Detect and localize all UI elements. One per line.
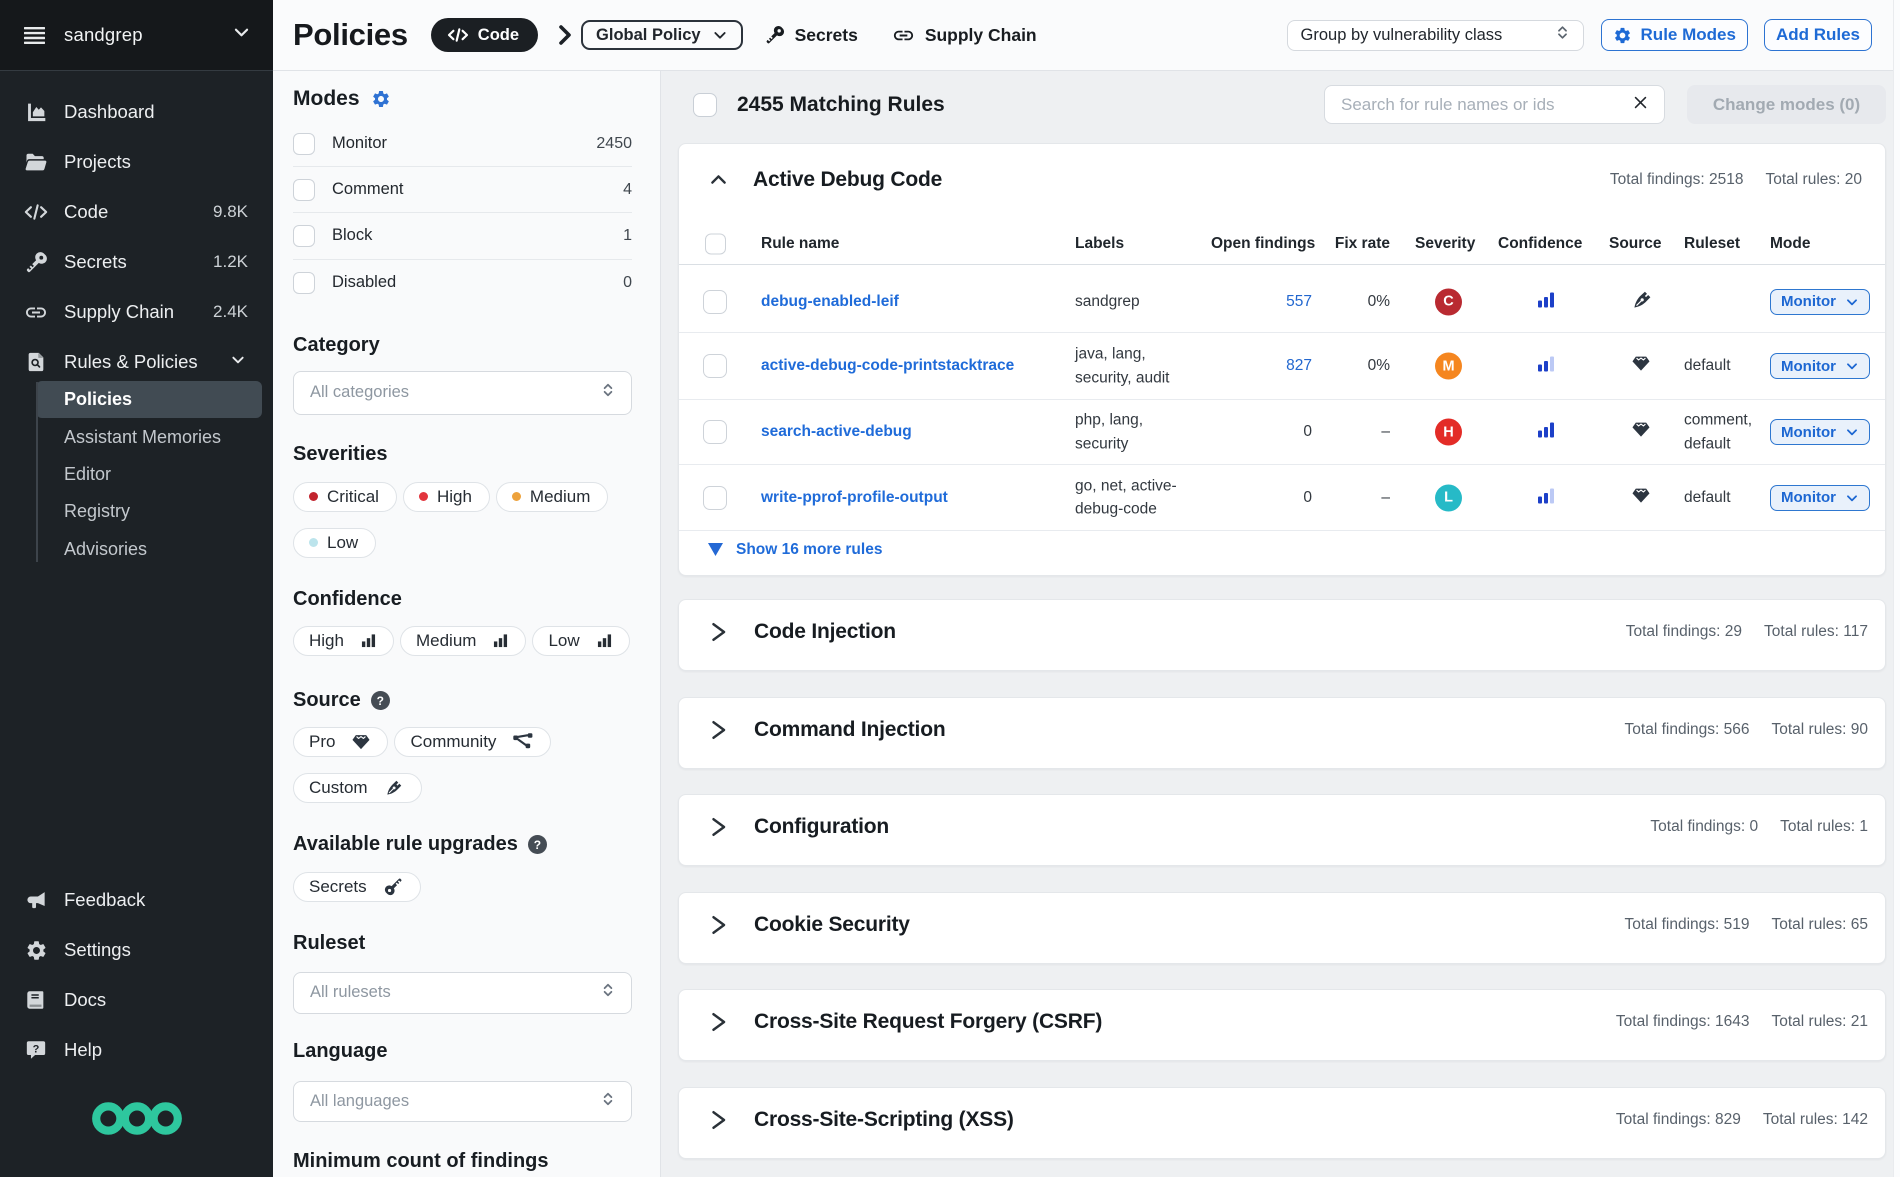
svg-text:?: ? (33, 1043, 40, 1055)
